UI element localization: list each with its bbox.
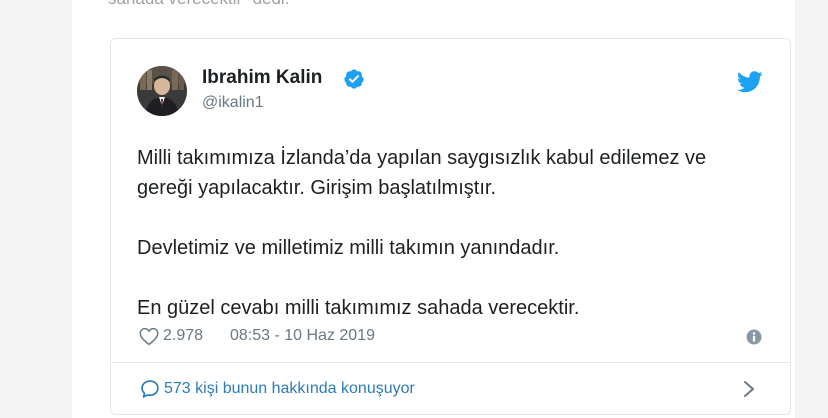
info-icon[interactable] [746, 329, 762, 345]
chevron-right-icon [744, 381, 754, 397]
right-gutter [795, 0, 828, 418]
tweet-text-line: Devletimiz ve milletimiz milli takımın y… [137, 237, 560, 259]
left-gutter [0, 0, 72, 418]
tweet-text-line: gereği yapılacaktır. Girişim başlatılmış… [137, 177, 497, 199]
twitter-bird-icon[interactable] [737, 71, 763, 93]
verified-badge-icon [344, 69, 364, 89]
heart-icon[interactable] [139, 327, 159, 346]
avatar-image [137, 66, 187, 116]
tweet-text: Milli takımımıza İzlanda’da yapılan sayg… [137, 143, 777, 323]
conversation-link[interactable]: 573 kişi bunun hakkında konuşuyor [111, 363, 790, 414]
avatar[interactable] [137, 66, 187, 116]
page: sahada verecektir” dedi. Ibrahim Kalin [0, 0, 828, 418]
author-handle[interactable]: @ikalin1 [202, 94, 264, 112]
tweet-text-line: Milli takımımıza İzlanda’da yapılan sayg… [137, 147, 707, 169]
previous-article-text: sahada verecektir” dedi. [108, 0, 289, 9]
tweet-timestamp[interactable]: 08:53 - 10 Haz 2019 [230, 327, 375, 345]
author-name[interactable]: Ibrahim Kalin [202, 67, 322, 89]
tweet-text-line: En güzel cevabı milli takımımız sahada v… [137, 297, 580, 319]
embedded-tweet-card[interactable]: Ibrahim Kalin @ikalin1 Milli takımımıza … [110, 38, 791, 415]
like-count[interactable]: 2.978 [163, 327, 203, 345]
conversation-label: 573 kişi bunun hakkında konuşuyor [164, 380, 415, 397]
reply-bubble-icon [141, 380, 159, 398]
tweet-meta-row: 2.978 08:53 - 10 Haz 2019 [139, 325, 769, 349]
